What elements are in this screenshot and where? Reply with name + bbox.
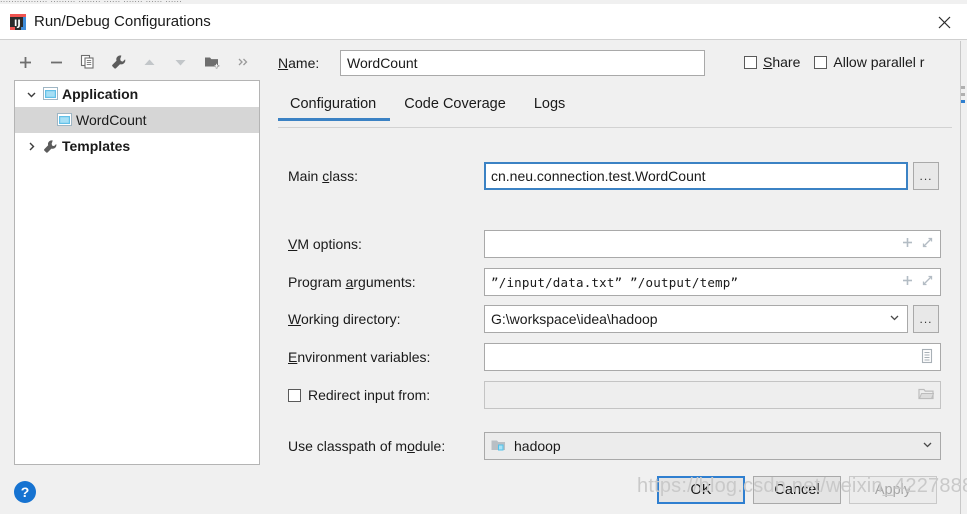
dialog-buttons: OK Cancel Apply — [657, 476, 937, 504]
help-button[interactable]: ? — [14, 481, 36, 503]
tree-item-label: WordCount — [76, 112, 147, 128]
classpath-module-row: Use classpath of module: hadoop — [288, 432, 941, 460]
vm-options-row: VM options: — [288, 230, 941, 258]
folder-icon — [918, 387, 935, 404]
tree-item-application[interactable]: Application — [15, 81, 259, 107]
expand-icon[interactable] — [921, 236, 934, 252]
remove-configuration-button[interactable] — [41, 49, 72, 75]
redirect-input-field — [484, 381, 941, 409]
add-configuration-button[interactable] — [10, 49, 41, 75]
wrench-icon — [41, 139, 59, 154]
chevron-right-icon[interactable] — [21, 141, 41, 152]
tree-item-label: Application — [62, 86, 139, 102]
program-arguments-row: Program arguments: ”/input/data.txt” ”/o… — [288, 268, 941, 296]
tab-code-coverage[interactable]: Code Coverage — [390, 94, 520, 121]
redirect-input-label: Redirect input from: — [308, 387, 431, 403]
plus-icon[interactable] — [901, 274, 914, 290]
configurations-toolbar — [10, 48, 258, 76]
scrollbar[interactable] — [961, 86, 965, 107]
dialog-titlebar: IJ Run/Debug Configurations — [0, 4, 967, 40]
plus-icon[interactable] — [901, 236, 914, 252]
main-class-value: cn.neu.connection.test.WordCount — [491, 168, 706, 184]
allow-parallel-run-label: Allow parallel r — [833, 54, 925, 70]
program-arguments-input[interactable]: ”/input/data.txt” ”/output/temp” — [484, 268, 941, 296]
program-arguments-value: ”/input/data.txt” ”/output/temp” — [491, 274, 739, 290]
main-class-label: Main class: — [288, 168, 359, 184]
expand-icon[interactable] — [921, 274, 934, 290]
close-icon[interactable] — [921, 4, 967, 40]
tree-item-wordcount[interactable]: WordCount — [15, 107, 259, 133]
tree-item-templates[interactable]: Templates — [15, 133, 259, 159]
working-directory-label: Working directory: — [288, 311, 401, 327]
environment-variables-row: Environment variables: — [288, 343, 941, 371]
name-label: Name: — [278, 55, 320, 71]
page-title: Run/Debug Configurations — [34, 13, 211, 30]
name-input[interactable] — [340, 50, 705, 76]
environment-variables-input[interactable] — [484, 343, 941, 371]
configuration-tabs: Configuration Code Coverage Logs — [278, 94, 579, 121]
working-directory-browse-button[interactable]: ... — [913, 305, 939, 333]
move-up-button[interactable] — [134, 49, 165, 75]
module-icon — [491, 438, 507, 455]
configurations-tree[interactable]: Application WordCount Templates — [14, 80, 260, 465]
main-class-row: Main class: cn.neu.connection.test.WordC… — [288, 162, 939, 190]
classpath-module-combobox[interactable]: hadoop — [484, 432, 941, 460]
checkbox-box[interactable] — [288, 388, 301, 402]
copy-configuration-button[interactable] — [72, 49, 103, 75]
application-icon — [41, 87, 59, 101]
application-icon — [55, 113, 73, 127]
svg-text:IJ: IJ — [14, 19, 21, 29]
more-options-button[interactable] — [227, 49, 258, 75]
tree-item-label: Templates — [62, 138, 131, 154]
share-checkbox[interactable]: Share — [744, 54, 800, 70]
list-editor-icon[interactable] — [920, 348, 934, 367]
chevron-down-icon[interactable] — [921, 438, 934, 454]
edit-templates-button[interactable] — [103, 49, 134, 75]
apply-button: Apply — [849, 476, 937, 504]
main-class-input[interactable]: cn.neu.connection.test.WordCount — [484, 162, 908, 190]
name-row: Name: — [278, 50, 705, 76]
ok-button[interactable]: OK — [657, 476, 745, 504]
program-arguments-label: Program arguments: — [288, 274, 416, 290]
allow-parallel-run-checkbox[interactable]: Allow parallel r — [814, 54, 924, 70]
vm-options-input[interactable] — [484, 230, 941, 258]
tab-configuration[interactable]: Configuration — [278, 94, 391, 121]
vm-options-label: VM options: — [288, 236, 362, 252]
cancel-button[interactable]: Cancel — [753, 476, 841, 504]
redirect-input-checkbox[interactable]: Redirect input from: — [288, 387, 484, 403]
checkbox-box[interactable] — [744, 55, 757, 69]
working-directory-row: Working directory: G:\workspace\idea\had… — [288, 305, 939, 333]
main-class-browse-button[interactable]: ... — [913, 162, 939, 190]
tab-logs[interactable]: Logs — [520, 94, 579, 121]
working-directory-value: G:\workspace\idea\hadoop — [491, 311, 658, 327]
environment-variables-label: Environment variables: — [288, 349, 431, 365]
new-folder-button[interactable] — [196, 49, 227, 75]
share-label: Share — [763, 54, 801, 70]
classpath-module-label: Use classpath of module: — [288, 438, 446, 454]
checkbox-box[interactable] — [814, 55, 828, 69]
redirect-input-row: Redirect input from: — [288, 381, 941, 409]
intellij-idea-icon: IJ — [10, 14, 26, 30]
run-debug-configurations-dialog: ................. ......... ........ ...… — [0, 0, 967, 514]
move-down-button[interactable] — [165, 49, 196, 75]
working-directory-input[interactable]: G:\workspace\idea\hadoop — [484, 305, 908, 333]
chevron-down-icon[interactable] — [888, 311, 901, 327]
config-flags: Share Allow parallel r — [744, 54, 924, 70]
chevron-down-icon[interactable] — [21, 89, 41, 100]
tab-separator — [278, 127, 952, 128]
dialog-right-border — [960, 41, 961, 514]
classpath-module-value: hadoop — [514, 438, 561, 454]
